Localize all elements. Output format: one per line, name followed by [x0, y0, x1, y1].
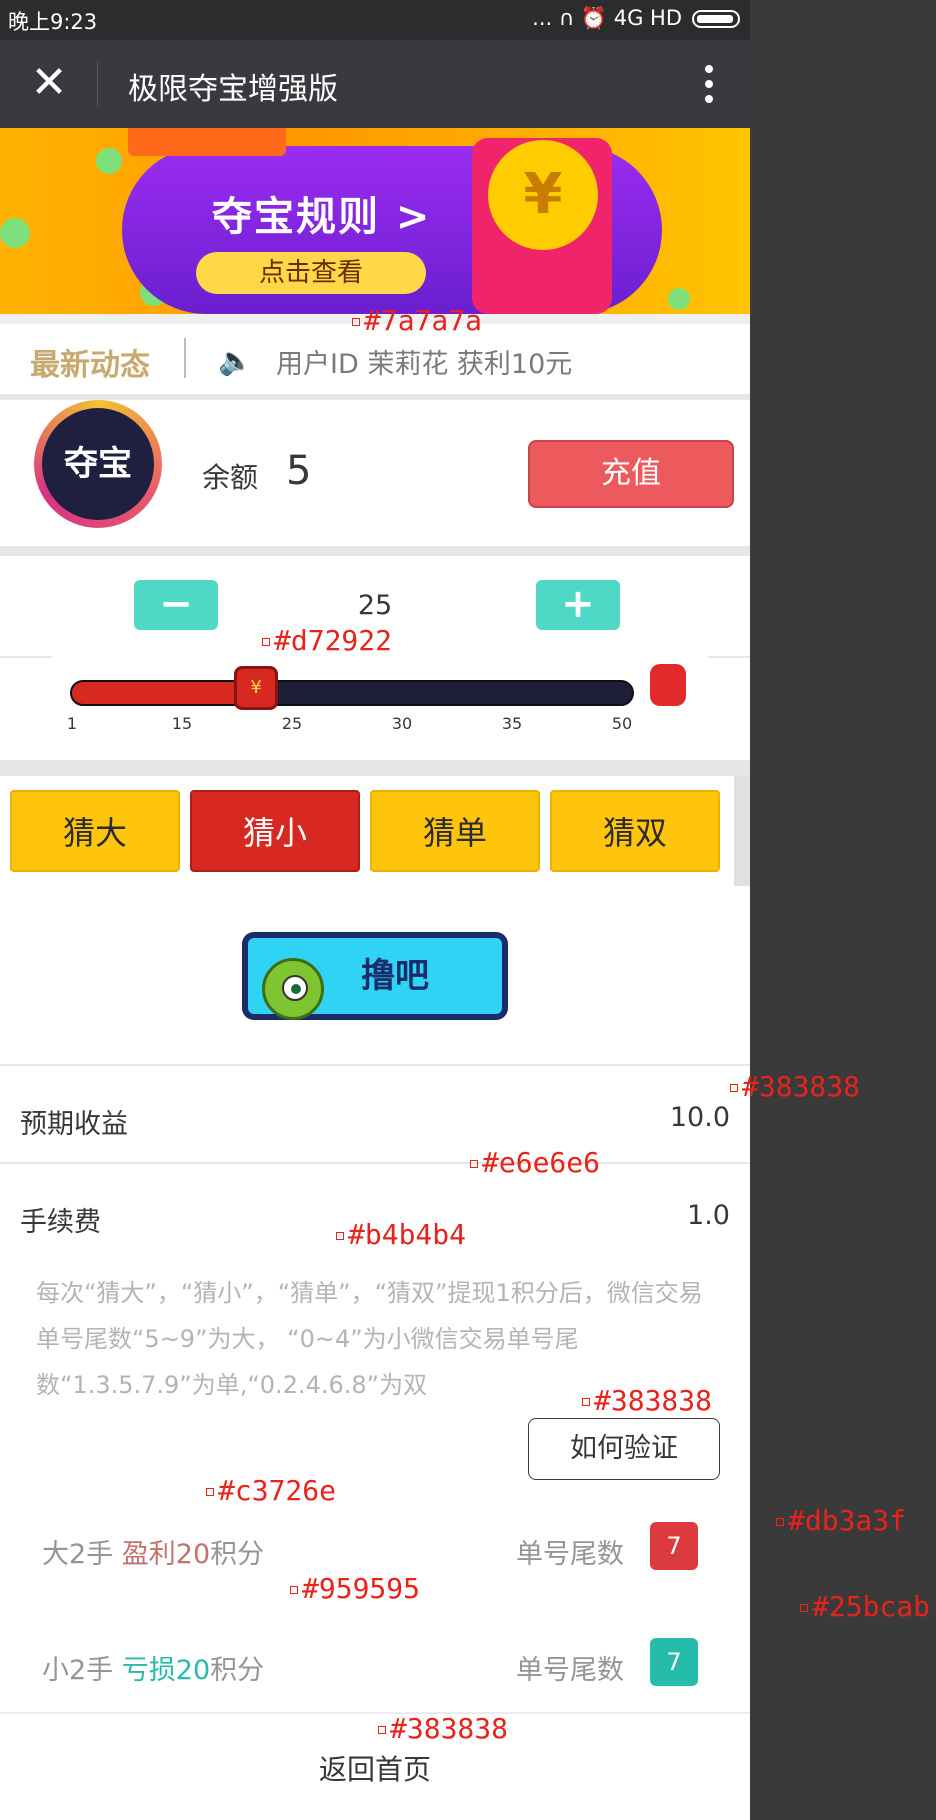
status-bar: 晚上9:23 ... ∩ ⏰ 4G HD	[0, 0, 750, 40]
status-indicators: ... ∩ ⏰ 4G HD	[532, 6, 740, 31]
annotation-footer: #383838	[378, 1712, 508, 1745]
slider-tick-label: 15	[171, 714, 193, 733]
view-rules-button[interactable]: 点击查看	[196, 252, 426, 294]
annotation-profit: #c3726e	[206, 1474, 336, 1507]
tail-digit-badge: 7	[650, 1638, 698, 1686]
banner-title: 夺宝规则 >	[212, 194, 432, 240]
result-tail-label: 单号尾数	[516, 1539, 624, 1570]
page-title: 极限夺宝增强版	[128, 72, 338, 107]
slider-guide-right	[708, 656, 750, 658]
status-time: 晚上9:23	[8, 10, 98, 34]
section-gap	[0, 546, 750, 556]
go-button-label: 撸吧	[361, 956, 429, 996]
mascot-icon	[262, 958, 324, 1020]
result-highlight: 盈利20	[121, 1539, 211, 1570]
guess-option-button[interactable]: 猜大	[10, 790, 180, 872]
decor-dot	[96, 148, 122, 174]
slider-end-icon	[650, 664, 686, 706]
avatar: 夺宝	[34, 400, 162, 528]
amount-slider[interactable]	[70, 680, 634, 706]
fee-label: 手续费	[20, 1207, 101, 1238]
battery-icon	[692, 9, 740, 28]
increase-button[interactable]: +	[536, 580, 620, 630]
fee-value: 1.0	[687, 1200, 730, 1231]
guess-option-button[interactable]: 猜单	[370, 790, 540, 872]
annotation-ticker: #7a7a7a	[352, 304, 482, 337]
signal-icons: ... ∩ ⏰ 4G HD	[532, 6, 682, 30]
nav-divider	[97, 62, 98, 106]
annotation-badge-teal: #25bcab	[800, 1590, 930, 1623]
divider	[0, 1064, 750, 1066]
expected-value: 10.0	[669, 1102, 730, 1133]
annotation-label: #959595	[290, 1572, 420, 1605]
options-edge	[734, 776, 750, 886]
result-tail-label: 单号尾数	[516, 1655, 624, 1686]
slider-tick-label: 50	[611, 714, 633, 733]
ticker-label: 最新动态	[30, 348, 150, 383]
annotation-divider: #e6e6e6	[470, 1146, 600, 1179]
guess-options: 猜大 猜小 猜单 猜双	[0, 776, 734, 886]
speaker-icon: 🔈	[218, 344, 253, 377]
decor-dot	[668, 288, 690, 310]
slider-thumb-icon[interactable]: ¥	[234, 666, 279, 710]
guess-option-button[interactable]: 猜小	[190, 790, 360, 872]
banner-tab	[128, 128, 286, 156]
rules-banner[interactable]: ¥ 夺宝规则 > 点击查看	[0, 128, 750, 314]
account-panel: 夺宝 余额 5 充值	[0, 400, 750, 546]
avatar-text: 夺宝	[42, 408, 154, 520]
ticker-divider	[184, 338, 186, 378]
annotation-slider: #d72922	[262, 624, 392, 657]
coin-icon: ¥	[488, 140, 598, 250]
phone-screen: 晚上9:23 ... ∩ ⏰ 4G HD ✕ 极限夺宝增强版 ¥ 夺宝规则 > …	[0, 0, 750, 1820]
guess-option-button[interactable]: 猜双	[550, 790, 720, 872]
tail-digit-badge: 7	[650, 1522, 698, 1570]
amount-stepper: − 25 + ¥ 1 15 25 30 35 50	[0, 556, 750, 760]
recharge-button[interactable]: 充值	[528, 440, 734, 508]
result-highlight: 亏损20	[121, 1655, 211, 1686]
result-summary: 大2手 盈利20积分	[42, 1539, 265, 1570]
result-row: 小2手 亏损20积分 单号尾数 7	[0, 1630, 750, 1710]
footer: 返回首页	[0, 1712, 750, 1820]
go-area: 撸吧	[0, 900, 750, 1062]
nav-bar: ✕ 极限夺宝增强版	[0, 40, 750, 128]
annotation-expected: #383838	[730, 1070, 860, 1103]
balance-label: 余额	[202, 461, 259, 494]
annotation-verify: #383838	[582, 1384, 712, 1417]
expected-label: 预期收益	[20, 1109, 128, 1140]
divider	[0, 1162, 750, 1164]
slider-tick-label: 30	[391, 714, 413, 733]
slider-fill	[72, 682, 257, 704]
slider-tick-label: 1	[66, 714, 78, 733]
section-gap	[0, 760, 750, 776]
slider-tick-label: 35	[501, 714, 523, 733]
slider-tick-label: 25	[281, 714, 303, 733]
decor-dot	[0, 218, 30, 248]
back-home-button[interactable]: 返回首页	[0, 1748, 750, 1788]
annotation-badge-red: #db3a3f	[776, 1504, 906, 1537]
annotation-rules: #b4b4b4	[336, 1218, 466, 1251]
slider-guide-left	[0, 656, 52, 658]
how-to-verify-button[interactable]: 如何验证	[528, 1418, 720, 1480]
decrease-button[interactable]: −	[134, 580, 218, 630]
result-summary: 小2手 亏损20积分	[42, 1655, 265, 1686]
close-icon[interactable]: ✕	[28, 61, 70, 105]
ticker-message: 用户ID 茉莉花 获利10元	[276, 349, 573, 380]
balance-value: 5	[286, 448, 312, 494]
more-menu-icon[interactable]	[704, 62, 714, 106]
stepper-value: 25	[357, 590, 393, 621]
